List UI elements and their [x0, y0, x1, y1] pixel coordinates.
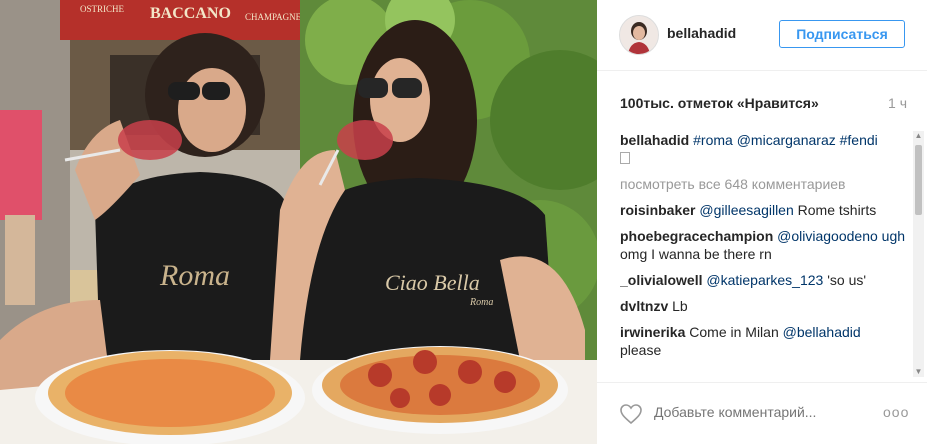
comment: irwinerika Come in Milan @bellahadid ple…: [620, 323, 912, 359]
scrollbar-thumb[interactable]: [915, 145, 922, 215]
comment: phoebegracechampion @oliviagoodeno ugh o…: [620, 227, 912, 263]
caption: bellahadid #roma @micarganaraz #fendi: [620, 131, 912, 167]
shirt-text-roma: Roma: [159, 259, 230, 292]
more-options-icon[interactable]: ooo: [883, 404, 909, 420]
username[interactable]: bellahadid: [667, 25, 736, 41]
comment-text: 'so us': [823, 272, 867, 288]
comment-mention[interactable]: @katieparkes_123: [706, 272, 823, 288]
comment-text: please: [620, 342, 662, 358]
comment-text: omg I wanna be there rn: [620, 246, 772, 262]
comment-mention[interactable]: @bellahadid: [783, 324, 861, 340]
comment-username[interactable]: phoebegracechampion: [620, 228, 773, 244]
comment-username[interactable]: _olivialowell: [620, 272, 702, 288]
caption-username[interactable]: bellahadid: [620, 132, 689, 148]
comment: dvltnzv Lb: [620, 297, 912, 315]
side-panel: bellahadid Подписаться 100тыс. отметок «…: [597, 0, 927, 444]
comment-text-before: Come in Milan: [689, 324, 783, 340]
post-time[interactable]: 1 ч: [888, 95, 907, 111]
instagram-post: OSTRICHE BACCANO CHAMPAGNE Roma Ciao Bel…: [0, 0, 927, 444]
follow-button[interactable]: Подписаться: [779, 20, 905, 48]
avatar[interactable]: [619, 15, 659, 55]
comment-username[interactable]: dvltnzv: [620, 298, 668, 314]
caption-tag-fendi[interactable]: #fendi: [840, 132, 878, 148]
comments-list: bellahadid #roma @micarganaraz #fendi по…: [620, 131, 912, 377]
heart-icon[interactable]: [619, 402, 643, 426]
comment-mention[interactable]: @oliviagoodeno ugh: [777, 228, 905, 244]
comment-footer: ooo: [597, 382, 927, 445]
scroll-down-arrow-icon[interactable]: ▼: [913, 367, 924, 377]
comment-username[interactable]: irwinerika: [620, 324, 685, 340]
add-comment-input[interactable]: [654, 404, 854, 420]
avatar-image: [620, 16, 658, 54]
photo-illustration: OSTRICHE BACCANO CHAMPAGNE Roma Ciao Bel…: [0, 0, 597, 444]
post-photo[interactable]: OSTRICHE BACCANO CHAMPAGNE Roma Ciao Bel…: [0, 0, 597, 444]
view-all-comments-link[interactable]: посмотреть все 648 комментариев: [620, 175, 912, 193]
comment-mention[interactable]: @gilleesagillen: [699, 202, 793, 218]
sign-ostriche: OSTRICHE: [80, 4, 125, 14]
sign-baccano: BACCANO: [150, 5, 231, 22]
comments-scrollbar[interactable]: ▲ ▼: [913, 131, 924, 377]
shirt-text-roma-small: Roma: [469, 297, 493, 308]
caption-tag-micarganaraz[interactable]: @micarganaraz: [737, 132, 836, 148]
shirt-text-ciao-bella: Ciao Bella: [385, 270, 480, 295]
emoji-placeholder-icon: [620, 152, 630, 165]
post-header: bellahadid Подписаться: [597, 0, 927, 71]
comment-username[interactable]: roisinbaker: [620, 202, 695, 218]
comment-text: Lb: [672, 298, 688, 314]
scroll-up-arrow-icon[interactable]: ▲: [913, 131, 924, 141]
sign-champagne: CHAMPAGNE: [245, 12, 302, 22]
comment-text: Rome tshirts: [793, 202, 877, 218]
likes-count[interactable]: 100тыс. отметок «Нравится»: [620, 95, 819, 111]
comment: _olivialowell @katieparkes_123 'so us': [620, 271, 912, 289]
caption-tag-roma[interactable]: #roma: [693, 132, 733, 148]
comment: roisinbaker @gilleesagillen Rome tshirts: [620, 201, 912, 219]
